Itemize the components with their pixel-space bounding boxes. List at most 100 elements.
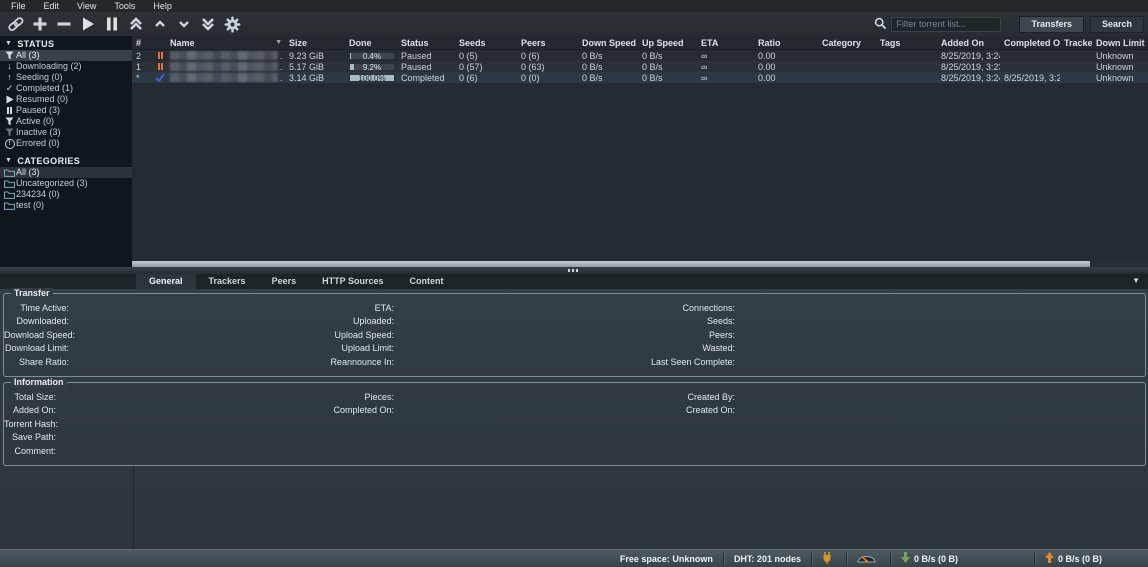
column-header-eta[interactable]: ETA (697, 36, 754, 49)
sidebar-item-label: Errored (0) (16, 138, 60, 149)
column-header-size[interactable]: Size (285, 36, 345, 49)
column-header-down-speed[interactable]: Down Speed (578, 36, 638, 49)
download-speed-status[interactable]: 0 B/s (0 B) (901, 552, 958, 565)
down-speed-cell: 0 B/s (578, 50, 638, 61)
menu-edit[interactable]: Edit (35, 0, 69, 12)
upload-speed-status[interactable]: 0 B/s (0 B) (1045, 552, 1102, 565)
sort-descending-icon: ▼ (275, 39, 282, 46)
delete-torrent-button[interactable] (52, 14, 76, 34)
tab-trackers[interactable]: Trackers (196, 274, 259, 289)
search-tab-button[interactable]: Search (1090, 16, 1144, 33)
pause-button[interactable] (100, 14, 124, 34)
tab-content[interactable]: Content (396, 274, 456, 289)
up-speed-cell: 0 B/s (638, 50, 697, 61)
column-header-name[interactable]: Name ▼ (166, 36, 285, 49)
torrent-row[interactable]: * . 3.14 GiB 100.0% Completed 0 (6) 0 (0… (132, 72, 1148, 83)
column-header-category[interactable]: Category (818, 36, 876, 49)
move-bottom-button[interactable] (196, 14, 220, 34)
transfer-groupbox: Transfer Time Active: Downloaded: Downlo… (3, 293, 1146, 377)
queue-position: 2 (132, 50, 154, 61)
down-speed-cell: 0 B/s (578, 72, 638, 83)
column-header-ratio[interactable]: Ratio (754, 36, 818, 49)
move-up-button[interactable] (148, 14, 172, 34)
column-header-done[interactable]: Done (345, 36, 397, 49)
ratio-cell: 0.00 (754, 72, 818, 83)
column-header-completed-on[interactable]: Completed On (1000, 36, 1060, 49)
column-header-added-on[interactable]: Added On (937, 36, 1000, 49)
completed-on-cell (1000, 50, 1060, 61)
status-bar: Free space: Unknown DHT: 201 nodes 0 B/s… (0, 549, 1148, 567)
chevron-down-icon (177, 17, 191, 31)
general-detail-panel: Transfer Time Active: Downloaded: Downlo… (0, 289, 1148, 549)
tab-general[interactable]: General (136, 274, 196, 289)
column-header-down-limit[interactable]: Down Limit (1092, 36, 1148, 49)
information-labels-col3: Created By: Created On: (394, 391, 735, 458)
alt-speed-limits-button[interactable] (857, 552, 880, 565)
seeds-cell: 0 (5) (455, 50, 517, 61)
sidebar-item-downloading[interactable]: ↓ Downloading (2) (0, 61, 132, 72)
sidebar-category-all[interactable]: All (3) (0, 167, 132, 178)
sidebar-item-completed[interactable]: ✓ Completed (1) (0, 83, 132, 94)
field-label: Peers: (394, 329, 735, 342)
transfers-tab-button[interactable]: Transfers (1019, 16, 1084, 33)
column-header-status[interactable]: Status (397, 36, 455, 49)
tab-http-sources[interactable]: HTTP Sources (309, 274, 396, 289)
panel-collapse-icon[interactable]: ▼ (1132, 276, 1140, 285)
transfer-labels-col2: ETA: Uploaded: Upload Speed: Upload Limi… (69, 302, 394, 369)
torrent-row[interactable]: 1 . 5.17 GiB 9.2% Paused 0 (57) 0 (63) 0… (132, 61, 1148, 72)
sidebar-item-label: Seeding (0) (16, 72, 63, 83)
sidebar-item-seeding[interactable]: ↑ Seeding (0) (0, 72, 132, 83)
resume-button[interactable] (76, 14, 100, 34)
move-top-button[interactable] (124, 14, 148, 34)
menu-view[interactable]: View (68, 0, 105, 12)
torrent-name-redacted: . (166, 61, 285, 72)
download-arrow-icon: ↓ (3, 62, 16, 71)
sidebar-item-active[interactable]: Active (0) (0, 116, 132, 127)
panel-splitter[interactable] (0, 267, 1148, 274)
column-header-number[interactable]: # (132, 36, 166, 49)
menu-file[interactable]: File (2, 0, 35, 12)
peers-cell: 0 (63) (517, 61, 578, 72)
sidebar-item-label: Active (0) (16, 116, 54, 127)
sidebar-category-234234[interactable]: 234234 (0) (0, 189, 132, 200)
add-torrent-button[interactable] (28, 14, 52, 34)
menu-tools[interactable]: Tools (105, 0, 144, 12)
move-down-button[interactable] (172, 14, 196, 34)
menu-bar: File Edit View Tools Help (0, 0, 1148, 12)
connection-status-button[interactable] (822, 552, 836, 566)
sidebar-item-resumed[interactable]: Resumed (0) (0, 94, 132, 105)
sidebar-item-inactive[interactable]: Inactive (3) (0, 127, 132, 138)
ratio-cell: 0.00 (754, 61, 818, 72)
column-header-tags[interactable]: Tags (876, 36, 937, 49)
status-section-header[interactable]: ▼ STATUS (0, 38, 132, 50)
down-limit-cell: Unknown (1092, 61, 1148, 72)
column-header-tracker[interactable]: Tracker (1060, 36, 1092, 49)
up-arrow-icon (1045, 552, 1058, 565)
sidebar-category-test[interactable]: test (0) (0, 200, 132, 211)
column-header-up-speed[interactable]: Up Speed (638, 36, 697, 49)
completed-on-cell (1000, 61, 1060, 72)
field-label: ETA: (69, 302, 394, 315)
sidebar-item-all-status[interactable]: All (3) (0, 50, 132, 61)
size-cell: 3.14 GiB (285, 72, 345, 83)
menu-help[interactable]: Help (144, 0, 181, 12)
sidebar-item-errored[interactable]: ! Errored (0) (0, 138, 132, 149)
transfer-legend: Transfer (11, 288, 53, 299)
options-button[interactable] (220, 14, 244, 34)
categories-section-header[interactable]: ▼ CATEGORIES (0, 155, 132, 167)
column-header-seeds[interactable]: Seeds (455, 36, 517, 49)
check-icon: ✓ (3, 84, 16, 93)
folder-icon (3, 191, 16, 199)
play-icon (80, 16, 96, 32)
add-torrent-link-button[interactable] (4, 14, 28, 34)
sidebar-category-uncategorized[interactable]: Uncategorized (3) (0, 178, 132, 189)
column-header-peers[interactable]: Peers (517, 36, 578, 49)
filter-torrent-input[interactable] (891, 17, 1001, 32)
done-cell: 100.0% (345, 72, 397, 83)
statusbar-separator (846, 553, 847, 565)
field-label: Upload Speed: (69, 329, 394, 342)
tab-peers[interactable]: Peers (259, 274, 310, 289)
field-label: Added On: (4, 404, 56, 417)
torrent-row[interactable]: 2 . 9.23 GiB 0.4% Paused 0 (5) 0 (6) 0 B… (132, 50, 1148, 61)
sidebar-item-paused[interactable]: Paused (3) (0, 105, 132, 116)
